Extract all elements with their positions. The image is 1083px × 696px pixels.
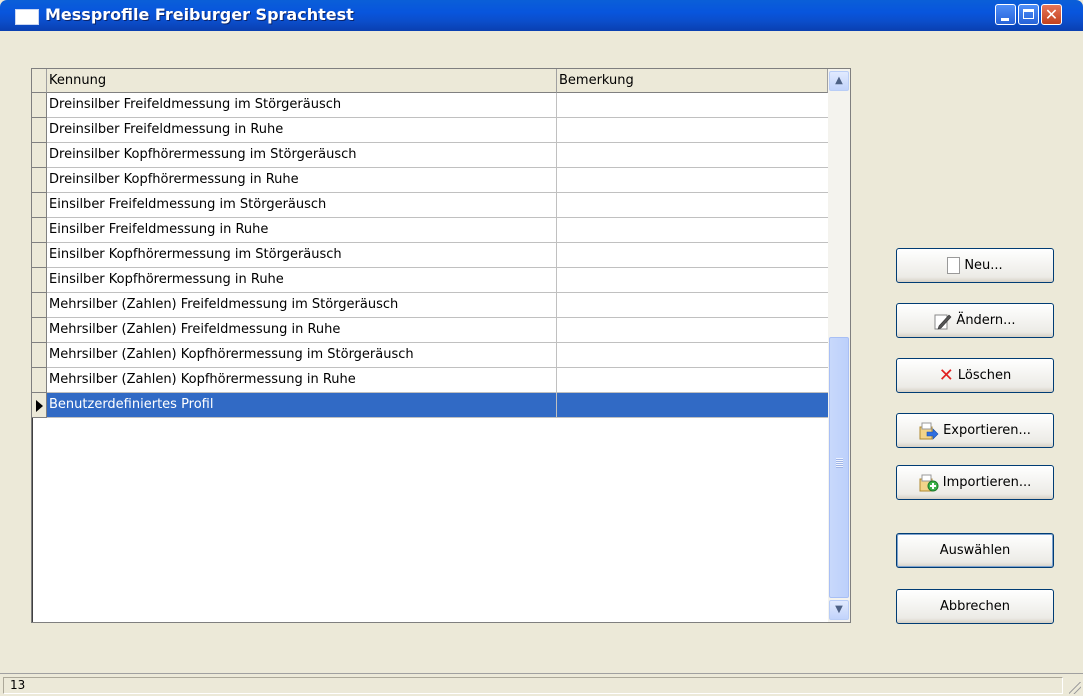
scroll-up-button[interactable]: ▲ xyxy=(829,71,849,91)
table-row[interactable]: Dreinsilber Kopfhörermessung im Störgerä… xyxy=(32,143,828,168)
cell-bemerkung[interactable] xyxy=(557,218,828,243)
row-indicator[interactable] xyxy=(32,118,47,143)
app-icon xyxy=(15,9,39,25)
row-indicator-header xyxy=(32,69,47,93)
chevron-up-icon: ▲ xyxy=(835,75,843,86)
column-header-bemerkung[interactable]: Bemerkung xyxy=(557,69,828,93)
import-button-label: Importieren... xyxy=(942,475,1032,490)
cell-bemerkung[interactable] xyxy=(557,293,828,318)
cell-bemerkung[interactable] xyxy=(557,143,828,168)
window-title: Messprofile Freiburger Sprachtest xyxy=(45,5,354,24)
row-indicator[interactable] xyxy=(32,393,47,418)
minimize-icon xyxy=(1001,18,1009,21)
scroll-thumb[interactable] xyxy=(829,337,849,598)
table-row[interactable]: Einsilber Kopfhörermessung im Störgeräus… xyxy=(32,243,828,268)
cell-bemerkung[interactable] xyxy=(557,243,828,268)
cell-kennung[interactable]: Dreinsilber Freifeldmessung im Störgeräu… xyxy=(47,93,557,118)
current-row-arrow-icon xyxy=(36,400,43,412)
close-icon: ✕ xyxy=(1044,5,1059,24)
table-row[interactable]: Benutzerdefiniertes Profil xyxy=(32,393,828,418)
edit-button-label: Ändern... xyxy=(956,313,1016,328)
cell-kennung[interactable]: Einsilber Kopfhörermessung in Ruhe xyxy=(47,268,557,293)
table-row[interactable]: Dreinsilber Freifeldmessung im Störgeräu… xyxy=(32,93,828,118)
edit-button[interactable]: Ändern... xyxy=(896,303,1054,338)
chevron-down-icon: ▼ xyxy=(835,604,843,615)
new-button[interactable]: Neu... xyxy=(896,248,1054,283)
cell-kennung[interactable]: Einsilber Kopfhörermessung im Störgeräus… xyxy=(47,243,557,268)
row-indicator[interactable] xyxy=(32,293,47,318)
grip-icon xyxy=(836,458,843,468)
new-document-icon xyxy=(947,257,961,274)
table-row[interactable]: Mehrsilber (Zahlen) Freifeldmessung im S… xyxy=(32,293,828,318)
row-indicator[interactable] xyxy=(32,193,47,218)
cell-bemerkung[interactable] xyxy=(557,343,828,368)
cell-kennung[interactable]: Mehrsilber (Zahlen) Kopfhörermessung in … xyxy=(47,368,557,393)
status-record-count: 13 xyxy=(3,677,1063,694)
cell-kennung[interactable]: Benutzerdefiniertes Profil xyxy=(47,393,557,418)
maximize-icon xyxy=(1023,9,1034,19)
edit-icon xyxy=(934,314,952,329)
cell-bemerkung[interactable] xyxy=(557,368,828,393)
cell-bemerkung[interactable] xyxy=(557,168,828,193)
row-indicator[interactable] xyxy=(32,318,47,343)
delete-button[interactable]: ✕ Löschen xyxy=(896,358,1054,393)
cancel-button[interactable]: Abbrechen xyxy=(896,589,1054,624)
cell-kennung[interactable]: Dreinsilber Kopfhörermessung in Ruhe xyxy=(47,168,557,193)
column-header-kennung[interactable]: Kennung xyxy=(47,69,557,93)
row-indicator[interactable] xyxy=(32,268,47,293)
status-bar: 13 xyxy=(0,673,1083,696)
cell-bemerkung[interactable] xyxy=(557,193,828,218)
close-button[interactable]: ✕ xyxy=(1041,4,1062,25)
title-bar[interactable]: Messprofile Freiburger Sprachtest ✕ xyxy=(0,0,1083,31)
select-button[interactable]: Auswählen xyxy=(896,533,1054,568)
table-row[interactable]: Mehrsilber (Zahlen) Kopfhörermessung im … xyxy=(32,343,828,368)
row-indicator[interactable] xyxy=(32,368,47,393)
table-row[interactable]: Einsilber Kopfhörermessung in Ruhe xyxy=(32,268,828,293)
cell-bemerkung[interactable] xyxy=(557,393,828,418)
cell-bemerkung[interactable] xyxy=(557,93,828,118)
cell-bemerkung[interactable] xyxy=(557,268,828,293)
profile-grid[interactable]: Kennung Bemerkung Dreinsilber Freifeldme… xyxy=(31,68,851,623)
cell-kennung[interactable]: Mehrsilber (Zahlen) Freifeldmessung im S… xyxy=(47,293,557,318)
scroll-down-button[interactable]: ▼ xyxy=(829,600,849,620)
cell-kennung[interactable]: Dreinsilber Freifeldmessung in Ruhe xyxy=(47,118,557,143)
cell-kennung[interactable]: Mehrsilber (Zahlen) Kopfhörermessung im … xyxy=(47,343,557,368)
resize-grip-icon[interactable] xyxy=(1069,682,1081,694)
table-row[interactable]: Einsilber Freifeldmessung in Ruhe xyxy=(32,218,828,243)
cell-kennung[interactable]: Dreinsilber Kopfhörermessung im Störgerä… xyxy=(47,143,557,168)
new-button-label: Neu... xyxy=(964,258,1003,273)
delete-button-label: Löschen xyxy=(957,368,1012,383)
import-button[interactable]: Importieren... xyxy=(896,465,1054,500)
row-indicator[interactable] xyxy=(32,143,47,168)
import-icon xyxy=(919,474,939,491)
table-row[interactable]: Dreinsilber Freifeldmessung in Ruhe xyxy=(32,118,828,143)
vertical-scrollbar[interactable]: ▲ ▼ xyxy=(828,69,850,622)
row-indicator[interactable] xyxy=(32,243,47,268)
row-indicator[interactable] xyxy=(32,93,47,118)
cell-kennung[interactable]: Einsilber Freifeldmessung in Ruhe xyxy=(47,218,557,243)
export-button[interactable]: Exportieren... xyxy=(896,413,1054,448)
export-icon xyxy=(919,422,939,440)
minimize-button[interactable] xyxy=(995,4,1016,25)
cancel-button-label: Abbrechen xyxy=(939,599,1011,614)
row-indicator[interactable] xyxy=(32,218,47,243)
cell-kennung[interactable]: Mehrsilber (Zahlen) Freifeldmessung in R… xyxy=(47,318,557,343)
main-window: Messprofile Freiburger Sprachtest ✕ Kenn… xyxy=(0,0,1083,696)
table-row[interactable]: Mehrsilber (Zahlen) Kopfhörermessung in … xyxy=(32,368,828,393)
table-row[interactable]: Einsilber Freifeldmessung im Störgeräusc… xyxy=(32,193,828,218)
cell-bemerkung[interactable] xyxy=(557,118,828,143)
cell-kennung[interactable]: Einsilber Freifeldmessung im Störgeräusc… xyxy=(47,193,557,218)
export-button-label: Exportieren... xyxy=(943,423,1031,438)
table-row[interactable]: Mehrsilber (Zahlen) Freifeldmessung in R… xyxy=(32,318,828,343)
delete-x-icon: ✕ xyxy=(938,364,954,386)
cell-bemerkung[interactable] xyxy=(557,318,828,343)
table-row[interactable]: Dreinsilber Kopfhörermessung in Ruhe xyxy=(32,168,828,193)
select-button-label: Auswählen xyxy=(939,543,1011,558)
row-indicator[interactable] xyxy=(32,343,47,368)
maximize-button[interactable] xyxy=(1018,4,1039,25)
row-indicator[interactable] xyxy=(32,168,47,193)
